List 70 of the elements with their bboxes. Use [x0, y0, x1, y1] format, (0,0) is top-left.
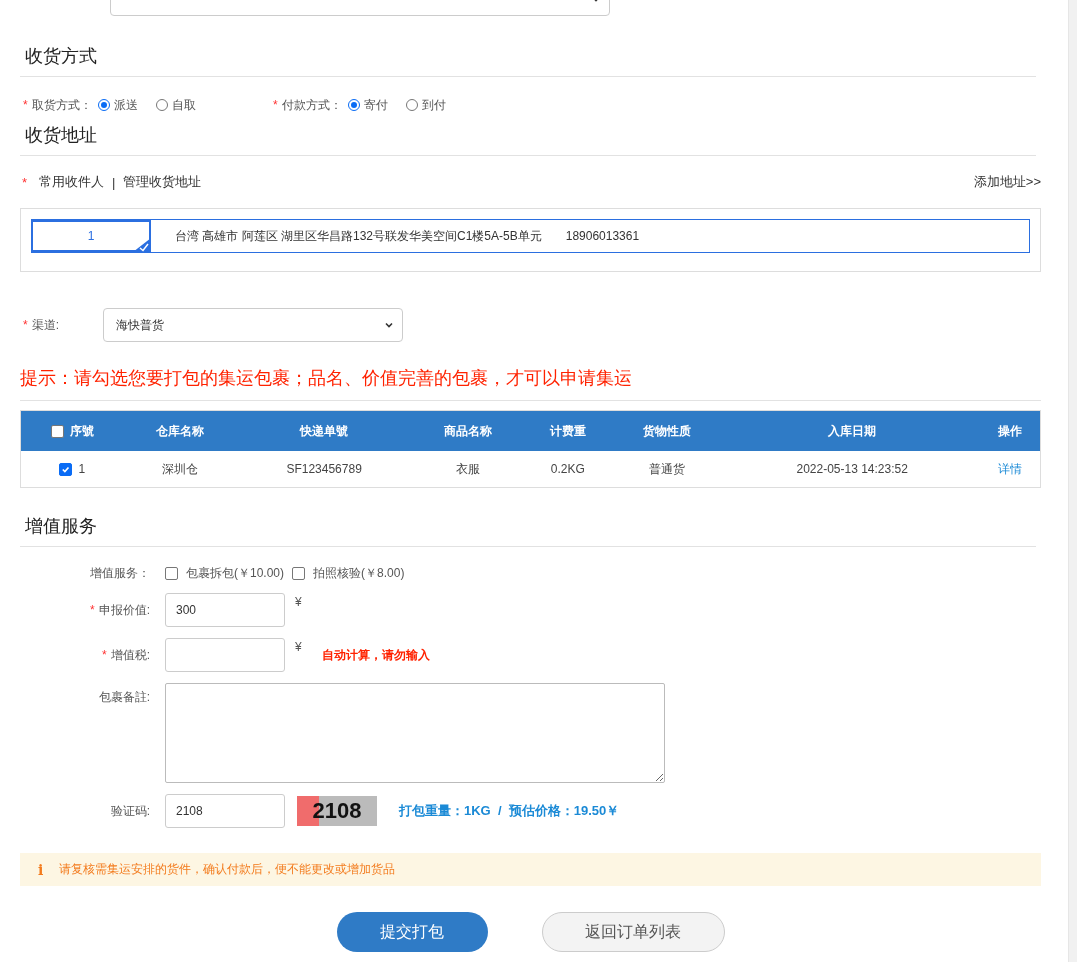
required-mark: * — [22, 174, 28, 190]
radio-option[interactable]: 寄付 — [341, 96, 388, 114]
back-button[interactable]: 返回订单列表 — [541, 912, 725, 952]
section-title: 收货地址 — [20, 123, 1036, 156]
details-link[interactable]: 详情 — [998, 461, 1023, 476]
submit-button[interactable]: 提交打包 — [336, 912, 488, 952]
summary-text: 打包重量：1KG / 预估价格：19.50￥ — [399, 802, 620, 820]
column-header: 商品名称 — [411, 410, 525, 451]
table-cell: 2022-05-13 14:23:52 — [723, 451, 981, 488]
field-label: 取货方式： — [31, 96, 92, 114]
table-cell: 0.2KG — [524, 451, 611, 488]
separator: | — [112, 174, 116, 190]
option-label: 拍照核验(￥8.00) — [313, 565, 405, 582]
field-label: 付款方式： — [281, 96, 342, 114]
table-cell: SF123456789 — [236, 451, 412, 488]
address-link[interactable]: 管理收货地址 — [123, 173, 202, 191]
column-header: 序號 — [69, 423, 94, 438]
scrollbar[interactable] — [1068, 0, 1077, 962]
column-header: 入库日期 — [723, 410, 981, 451]
field-label: 渠道: — [31, 316, 59, 334]
required-mark: * — [23, 318, 28, 332]
checkbox[interactable] — [292, 567, 306, 580]
notice-text: 请复核需集运安排的货件，确认付款后，便不能更改或增加货品 — [59, 861, 396, 878]
radio-option[interactable]: 派送 — [91, 96, 138, 114]
warning-text: 自动计算，请勿输入 — [321, 646, 430, 664]
field-label: 增值服务： — [90, 565, 150, 582]
tax-field[interactable] — [165, 638, 285, 672]
field-label: 增值税: — [110, 646, 150, 664]
checkbox[interactable] — [59, 463, 73, 477]
address-text: 台湾 高雄市 阿莲区 湖里区华昌路132号联发华美空间C1楼5A-5B单元 — [175, 227, 542, 245]
remarks-field[interactable] — [165, 683, 665, 783]
address-index: 1 — [87, 229, 95, 243]
required-mark: * — [102, 648, 107, 662]
table-cell: 衣服 — [411, 451, 525, 488]
required-mark: * — [23, 98, 28, 112]
check-corner-icon — [133, 238, 151, 252]
option-label: 包裹拆包(￥10.00) — [186, 565, 285, 582]
field-label: 包裹备註: — [98, 689, 150, 706]
section-title: 增值服务 — [20, 514, 1036, 547]
column-header: 货物性质 — [610, 410, 724, 451]
column-header: 仓库名称 — [123, 410, 237, 451]
currency-sign: ¥ — [295, 640, 302, 654]
currency-sign: ¥ — [295, 595, 302, 609]
caret-icon — [384, 320, 394, 330]
column-header: 快递单號 — [236, 410, 412, 451]
field-label: 验证码: — [110, 802, 150, 820]
add-address-link[interactable]: 添加地址>> — [973, 173, 1041, 191]
table-cell: 深圳仓 — [123, 451, 237, 488]
captcha-field[interactable]: 2108 — [165, 794, 285, 828]
declared-value-field[interactable]: 300 — [165, 593, 285, 627]
tip-text: 提示：请勾选您要打包的集运包裹；品名、价值完善的包裹，才可以申请集运 — [20, 366, 1041, 401]
address-card[interactable]: 1 台湾 高雄市 阿莲区 湖里区华昌路132号联发华美空间C1楼5A-5B单元 18906013361 — [31, 219, 1030, 253]
dropdown[interactable]: 海快普货 — [103, 308, 403, 342]
radio-option[interactable]: 到付 — [399, 96, 446, 114]
column-header: 操作 — [980, 410, 1041, 451]
section-title: 收货方式 — [20, 44, 1036, 77]
radio-option[interactable]: 自取 — [149, 96, 196, 114]
info-icon: i — [38, 861, 44, 878]
field-label: 申报价值: — [98, 601, 150, 619]
column-header: 计费重 — [524, 410, 611, 451]
required-mark: * — [273, 98, 278, 112]
address-link[interactable]: 常用收件人 — [39, 173, 105, 191]
check-icon — [61, 465, 71, 475]
table-cell: 普通货 — [610, 451, 724, 488]
required-mark: * — [90, 603, 95, 617]
table-cell: 1 — [78, 461, 86, 476]
phone-number: 18906013361 — [565, 229, 640, 243]
captcha-image: 2108 — [297, 796, 377, 826]
checkbox[interactable] — [50, 424, 64, 438]
checkbox[interactable] — [165, 567, 178, 580]
